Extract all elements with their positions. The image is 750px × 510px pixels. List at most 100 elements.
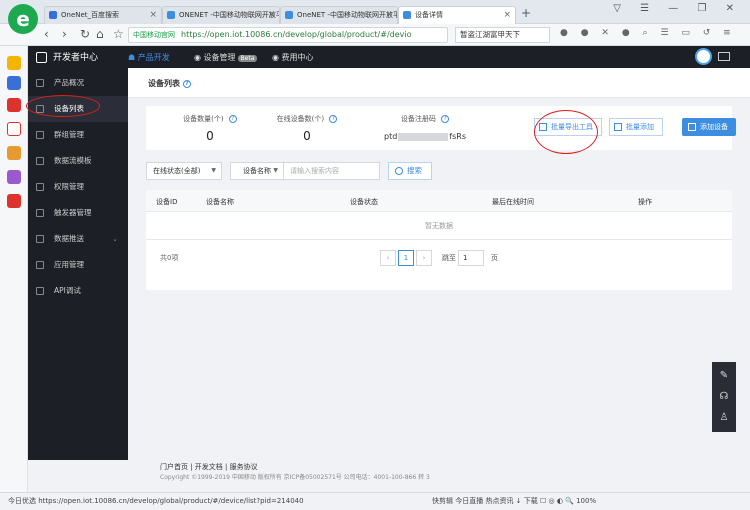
sidebar-item-data-push[interactable]: 数据推送 ⌄ — [28, 226, 128, 252]
empty-state: 暂无数据 — [146, 212, 732, 240]
sidebar-item-apps[interactable]: 应用管理 — [28, 252, 128, 278]
favorites-icon[interactable] — [7, 56, 21, 70]
prev-page-button[interactable]: ‹ — [380, 250, 396, 266]
tab-onenet-1[interactable]: ONENET -中国移动物联网开放平 × — [162, 6, 280, 24]
nav-billing[interactable]: ◉ 费用中心 — [272, 52, 314, 63]
help-icon[interactable]: ? — [329, 115, 338, 123]
sidebar-item-groups[interactable]: 群组管理 — [28, 122, 128, 148]
tab-onenet-2[interactable]: OneNET -中国移动物联网开放平 × — [280, 6, 398, 24]
overview-icon — [36, 79, 44, 87]
stat-value: 0 — [206, 129, 214, 143]
stat-online-count: 在线设备数(个) ? 0 — [262, 114, 352, 143]
page-title-bar: 设备列表? — [128, 68, 750, 98]
browser-sidebar — [0, 46, 28, 492]
browser-status-bar: 今日优选 https://open.iot.10086.cn/develop/g… — [0, 492, 750, 510]
headset-icon[interactable]: ☊ — [718, 391, 730, 403]
status-url: 今日优选 https://open.iot.10086.cn/develop/g… — [8, 497, 304, 505]
page-1-button[interactable]: 1 — [398, 250, 414, 266]
add-device-button[interactable]: 添加设备 — [682, 118, 736, 136]
cube-icon — [36, 52, 47, 63]
back-icon[interactable]: ‹ — [44, 27, 49, 41]
home-icon[interactable]: ⌂ — [96, 27, 104, 41]
tab-close-icon[interactable]: × — [503, 7, 511, 23]
help-icon[interactable]: ? — [228, 115, 237, 123]
browser-tab-bar: e OneNet_百度搜索 × ONENET -中国移动物联网开放平 × OneNE… — [0, 0, 750, 34]
sidebar-item-datastream[interactable]: 数据流模板 — [28, 148, 128, 174]
sidebar-item-triggers[interactable]: 触发器管理 — [28, 200, 128, 226]
filter-bar: 在线状态(全部) ▼ 设备名称 ▼ 请输入搜索内容 搜索 — [146, 160, 732, 184]
tab-close-icon[interactable]: × — [267, 7, 275, 23]
sidebar-item-overview[interactable]: 产品概况 — [28, 70, 128, 96]
reload-icon[interactable]: ↻ — [80, 27, 90, 41]
tab-baidu[interactable]: OneNet_百度搜索 × — [44, 6, 162, 24]
forward-icon[interactable]: › — [62, 27, 67, 41]
apps-icon — [36, 261, 44, 269]
chevron-down-icon: ▼ — [211, 167, 216, 174]
col-device-name: 设备名称 — [206, 198, 234, 206]
weibo-icon[interactable] — [7, 98, 21, 112]
main-content: 设备列表? 设备数量(个) ? 0 在线设备数(个) ? 0 设备注册码 ? ptd f… — [128, 68, 750, 460]
cubes-icon: ☗ — [128, 53, 138, 62]
trigger-icon — [36, 209, 44, 217]
avatar[interactable] — [695, 48, 712, 65]
batch-add-button[interactable]: 批量添加 — [609, 118, 663, 136]
left-nav: 产品概况 设备列表 群组管理 数据流模板 权限管理 触发器管理 数据推送 ⌄ 应用… — [28, 68, 128, 460]
table-header: 设备ID 设备名称 设备状态 最后在线时间 操作 — [146, 190, 732, 212]
next-page-button[interactable]: › — [416, 250, 432, 266]
floating-toolbar: ✎ ☊ ♙ — [712, 362, 736, 432]
page-title: 设备列表? — [148, 78, 191, 89]
browser-logo-icon[interactable]: e — [8, 4, 38, 34]
window-controls[interactable]: ▽ ☰ — ❐ ✕ — [613, 3, 742, 14]
game-icon[interactable] — [7, 170, 21, 184]
new-tab-button[interactable]: + — [521, 6, 531, 20]
page-footer: 门户首页 | 开发文档 | 服务协议 Copyright ©1999-2019 … — [128, 460, 750, 492]
tab-favicon-icon — [49, 11, 57, 19]
col-device-id: 设备ID — [156, 198, 178, 206]
nav-device-mgmt[interactable]: ◉ 设备管理 Beta — [194, 52, 258, 63]
status-tools[interactable]: 快剪辑 今日直播 热点资讯 ↓ 下载 ☐ ◎ ◐ 🔍 100% — [432, 496, 596, 506]
url-input[interactable]: 中国移动官网 https://open.iot.10086.cn/develop/… — [128, 27, 448, 43]
search-input[interactable]: 请输入搜索内容 — [284, 162, 380, 180]
browser-search-input[interactable]: 暂盗江湖富甲天下 — [455, 27, 550, 43]
tab-favicon-icon — [403, 11, 411, 19]
target-icon[interactable] — [7, 122, 21, 136]
secure-site-label: 中国移动官网 — [133, 31, 175, 39]
app-icon[interactable] — [7, 76, 21, 90]
total-count: 共0项 — [160, 254, 179, 262]
key-icon — [36, 183, 44, 191]
stats-panel: 设备数量(个) ? 0 在线设备数(个) ? 0 设备注册码 ? ptd fsRs 批量… — [146, 106, 736, 150]
nav-product-dev[interactable]: ☗ 产品开发 — [128, 52, 170, 63]
notes-icon[interactable] — [7, 146, 21, 160]
tab-close-icon[interactable]: × — [149, 7, 157, 23]
stat-device-count: 设备数量(个) ? 0 — [170, 114, 250, 143]
help-icon[interactable]: ? — [441, 115, 450, 123]
batch-icon — [614, 123, 622, 131]
star-icon[interactable]: ☆ — [113, 27, 124, 41]
footer-links[interactable]: 门户首页 | 开发文档 | 服务协议 — [160, 462, 258, 472]
annotation-circle-add-device — [534, 110, 598, 154]
stat-value: 0 — [303, 129, 311, 143]
help-icon[interactable]: ? — [183, 79, 191, 88]
search-button[interactable]: 搜索 — [388, 162, 432, 180]
url-text: https://open.iot.10086.cn/develop/global… — [181, 30, 412, 39]
goto-page-input[interactable]: 1 — [458, 250, 484, 266]
gift-icon[interactable] — [7, 194, 21, 208]
page-suffix: 页 — [491, 254, 498, 262]
toolbar-extension-icons[interactable]: ● ● ✕ ● ⌕ ☰ ▭ ↺ ≡ — [560, 28, 736, 38]
tab-close-icon[interactable]: × — [385, 7, 393, 23]
search-field-select[interactable]: 设备名称 ▼ — [230, 162, 284, 180]
mail-icon[interactable] — [718, 52, 730, 61]
brand[interactable]: 开发者中心 — [36, 50, 98, 63]
user-icon[interactable]: ♙ — [718, 412, 730, 424]
sidebar-item-api-debug[interactable]: API调试 — [28, 278, 128, 304]
address-bar: ‹ › ↻ ⌂ ☆ 中国移动官网 https://open.iot.10086.c… — [0, 24, 750, 46]
goto-label: 跳至 — [442, 254, 456, 262]
col-last-online: 最后在线时间 — [492, 198, 534, 206]
tab-device-detail[interactable]: 设备详情 × — [398, 6, 516, 24]
online-status-select[interactable]: 在线状态(全部) ▼ — [146, 162, 222, 180]
chevron-down-icon: ▼ — [273, 167, 278, 174]
edit-icon[interactable]: ✎ — [718, 370, 730, 382]
sidebar-item-permissions[interactable]: 权限管理 — [28, 174, 128, 200]
search-icon — [395, 167, 403, 175]
app-header: 开发者中心 ☗ 产品开发 ◉ 设备管理 Beta ◉ 费用中心 — [28, 46, 750, 68]
